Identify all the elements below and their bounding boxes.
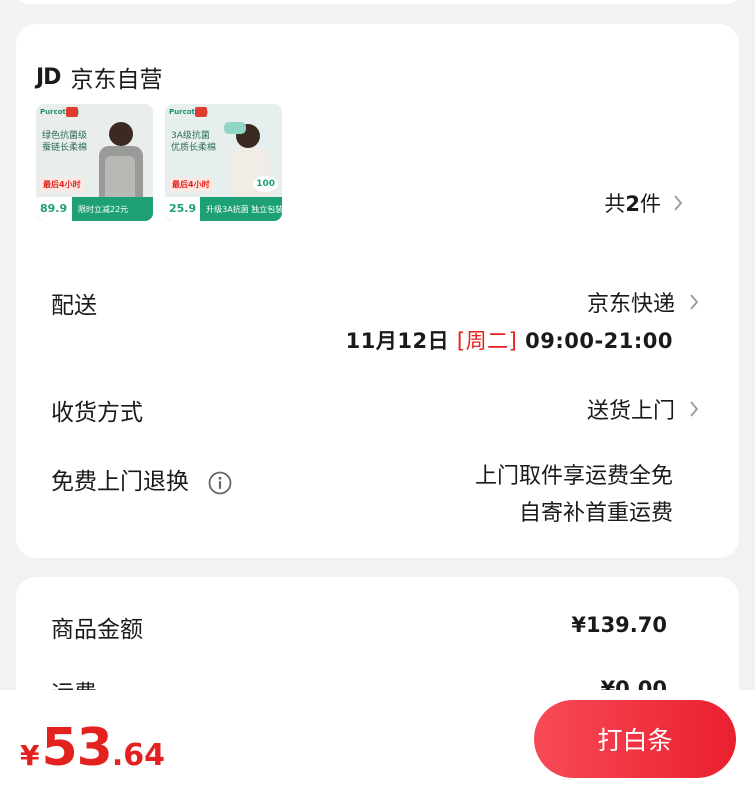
delivery-carrier-link[interactable]: 京东快递 [587, 286, 699, 318]
item-count-link[interactable]: 共2件 [604, 188, 683, 218]
receive-method-link[interactable]: 送货上门 [587, 393, 699, 425]
receive-method-label: 收货方式 [51, 400, 143, 426]
return-line-1: 上门取件享运费全免 [474, 464, 673, 489]
free-return-row: 免费上门退换 [51, 462, 232, 496]
goods-amount-value: ¥139.70 [571, 613, 667, 637]
product-thumbnail-1[interactable]: Purcotton 绿色抗菌级 蚕链长柔棉 最后4小时 89.9 限时立减22元 [36, 104, 153, 221]
previous-card [16, 0, 739, 4]
chevron-right-icon [690, 401, 699, 417]
return-line-2: 自寄补首重运费 [518, 501, 673, 526]
free-return-details: 上门取件享运费全免 自寄补首重运费 [475, 458, 673, 532]
delivery-weekday: [周二] [456, 329, 518, 353]
delivery-carrier: 京东快递 [586, 292, 675, 317]
promo-tag-icon [195, 107, 207, 117]
delivery-label: 配送 [51, 293, 97, 319]
free-return-label: 免费上门退换 [51, 469, 189, 495]
countdown-badge: 最后4小时 [40, 178, 84, 191]
total-currency: ¥ [20, 739, 40, 772]
product-promo: 限时立减22元 [78, 204, 129, 214]
total-price: ¥ 53 .64 [20, 718, 165, 778]
discount-badge: 100 [253, 176, 278, 192]
shop-header: JD 京东自营 [36, 60, 162, 94]
pay-baitiao-button[interactable]: 打白条 [534, 700, 736, 778]
product-price-bar: 89.9 限时立减22元 [36, 197, 153, 221]
info-icon[interactable] [208, 471, 232, 495]
chevron-right-icon [690, 294, 699, 310]
product-slogan: 绿色抗菌级 蚕链长柔棉 [42, 131, 88, 153]
product-thumbnail-2[interactable]: Purcotton 3A级抗菌 优质长柔棉 最后4小时 100 25.9 升级3… [165, 104, 282, 221]
product-price: 89.9 [36, 197, 72, 221]
receive-method-value: 送货上门 [586, 399, 675, 424]
countdown-badge: 最后4小时 [169, 178, 213, 191]
product-promo: 升级3A抗菌 独立包装 [206, 204, 282, 214]
jd-logo: JD [36, 64, 61, 90]
delivery-time: 11月12日 [周二] 09:00-21:00 [346, 325, 673, 355]
total-decimal: .64 [111, 738, 166, 773]
chevron-right-icon [674, 195, 683, 211]
delivery-date: 11月12日 [345, 329, 450, 353]
product-slogan: 3A级抗菌 优质长柔棉 [171, 131, 217, 153]
delivery-window: 09:00-21:00 [525, 329, 673, 353]
total-integer: 53 [41, 718, 112, 778]
product-price-bar: 25.9 升级3A抗菌 独立包装 [165, 197, 282, 221]
promo-tag-icon [66, 107, 78, 117]
product-thumbnails[interactable]: Purcotton 绿色抗菌级 蚕链长柔棉 最后4小时 89.9 限时立减22元… [36, 104, 282, 221]
shop-name: 京东自营 [70, 67, 163, 93]
goods-amount-label: 商品金额 [51, 617, 143, 643]
item-count: 共2件 [604, 192, 661, 216]
product-price: 25.9 [165, 197, 201, 221]
